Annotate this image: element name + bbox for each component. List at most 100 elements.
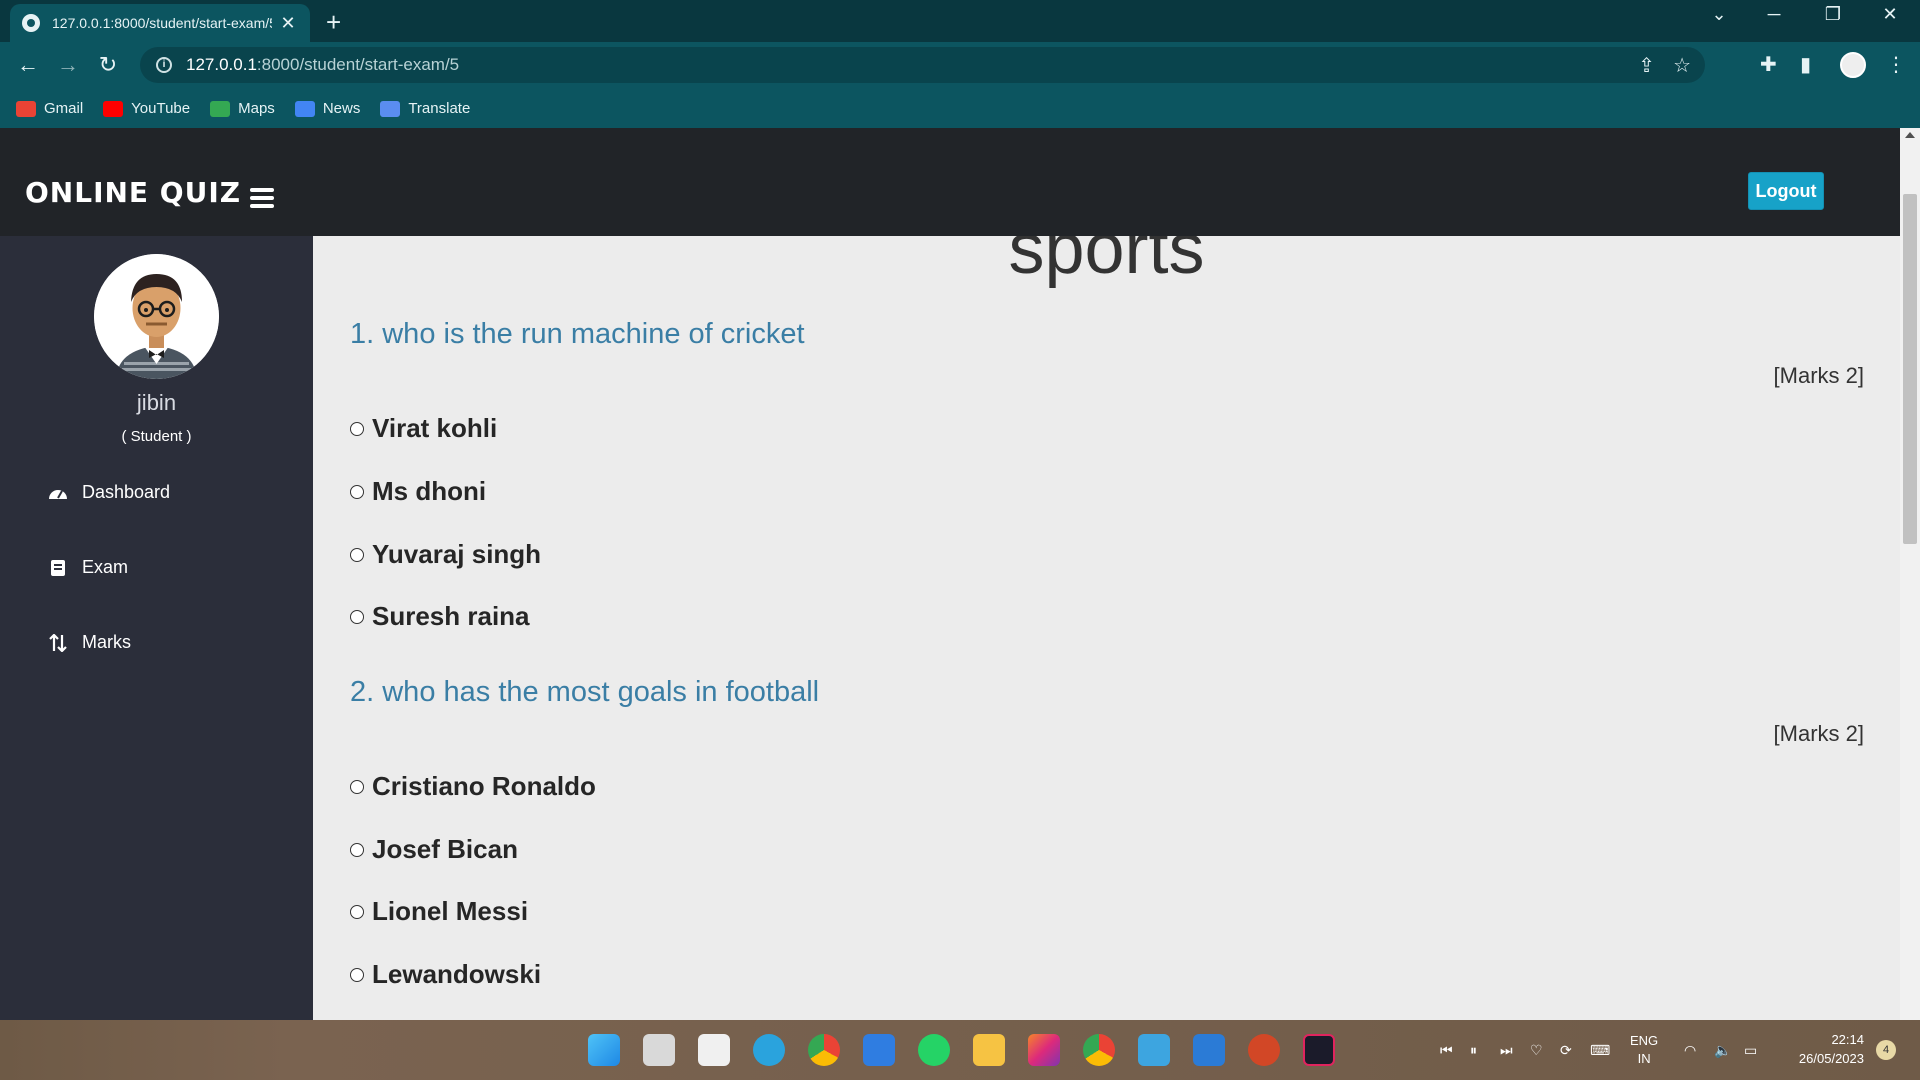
notepad-icon[interactable] <box>1138 1034 1170 1066</box>
scrollbar-thumb[interactable] <box>1903 194 1917 544</box>
radio-button[interactable] <box>350 421 364 436</box>
answer-option[interactable]: Yuvaraj singh <box>350 539 541 570</box>
radio-button[interactable] <box>350 547 364 562</box>
address-bar[interactable]: i 127.0.0.1:8000/student/start-exam/5 ⇪ … <box>140 47 1705 83</box>
wifi-icon[interactable]: ◠ <box>1684 1020 1696 1080</box>
instagram-icon[interactable] <box>1028 1034 1060 1066</box>
close-tab-icon[interactable]: ✕ <box>278 13 298 34</box>
browser-menu-icon[interactable]: ⋮ <box>1886 52 1906 77</box>
notification-badge[interactable]: 4 <box>1876 1040 1896 1060</box>
sidebar: jibin ( Student ) Dashboard Exam Marks <box>0 236 313 1020</box>
brand-logo[interactable]: ONLINE QUIZ <box>25 176 241 209</box>
share-icon[interactable]: ⇪ <box>1638 53 1655 78</box>
sidebar-item-dashboard[interactable]: Dashboard <box>48 482 170 503</box>
radio-button[interactable] <box>350 484 364 499</box>
bookmark-translate[interactable]: Translate <box>380 100 470 117</box>
bookmark-gmail[interactable]: Gmail <box>16 100 83 117</box>
answer-option[interactable]: Josef Bican <box>350 834 518 865</box>
sidebar-item-marks[interactable]: Marks <box>48 632 131 653</box>
store-icon[interactable] <box>698 1034 730 1066</box>
bookmarks-bar: Gmail YouTube Maps News Translate <box>0 89 1920 128</box>
exam-content: sports 1. who is the run machine of cric… <box>313 236 1900 1020</box>
radio-button[interactable] <box>350 842 364 857</box>
translate-icon <box>380 100 401 117</box>
tab-title: 127.0.0.1:8000/student/start-exam/5 <box>52 15 272 31</box>
media-next-icon[interactable]: ⏭ <box>1500 1020 1513 1080</box>
clock-date: 26/05/2023 <box>1798 1051 1864 1066</box>
url-path: :8000/student/start-exam/5 <box>256 55 460 74</box>
battery-icon[interactable]: ▭ <box>1744 1020 1757 1080</box>
answer-option[interactable]: Ms dhoni <box>350 476 486 507</box>
minimize-button[interactable]: ─ <box>1754 4 1794 25</box>
language-indicator[interactable]: ENG IN <box>1630 1020 1658 1080</box>
user-role: ( Student ) <box>121 428 192 445</box>
question-text: 1. who is the run machine of cricket <box>350 318 805 350</box>
mail-icon[interactable] <box>863 1034 895 1066</box>
clock-time: 22:14 <box>1831 1032 1864 1047</box>
task-view-icon[interactable] <box>643 1034 675 1066</box>
chrome-icon[interactable] <box>808 1034 840 1066</box>
question-marks: [Marks 2] <box>1773 721 1864 746</box>
answer-option[interactable]: Virat kohli <box>350 413 497 444</box>
dashboard-icon <box>48 483 68 503</box>
media-app-icon[interactable] <box>1303 1034 1335 1066</box>
vscode-icon[interactable] <box>1193 1034 1225 1066</box>
media-previous-icon[interactable]: ⏮ <box>1440 1020 1453 1080</box>
bookmark-youtube[interactable]: YouTube <box>103 100 190 117</box>
radio-button[interactable] <box>350 609 364 624</box>
restore-button[interactable]: ❐ <box>1813 4 1853 25</box>
browser-tab[interactable]: 127.0.0.1:8000/student/start-exam/5 ✕ <box>10 4 310 42</box>
bookmark-label: Translate <box>408 100 471 117</box>
media-pause-icon[interactable]: ⏸ <box>1470 1020 1477 1080</box>
reload-icon[interactable]: ↻ <box>94 52 122 78</box>
answer-option[interactable]: Lewandowski <box>350 959 541 990</box>
bookmark-label: Maps <box>238 100 275 117</box>
logout-button[interactable]: Logout <box>1748 172 1824 210</box>
youtube-icon <box>103 100 124 117</box>
back-icon[interactable]: ← <box>14 52 42 78</box>
heart-icon[interactable]: ♡ <box>1530 1020 1543 1080</box>
system-clock[interactable]: 22:14 26/05/2023 <box>1782 1030 1864 1068</box>
site-info-icon[interactable]: i <box>156 57 172 73</box>
option-label: Virat kohli <box>372 413 498 443</box>
radio-button[interactable] <box>350 779 364 794</box>
forward-icon[interactable]: → <box>54 52 82 78</box>
maps-icon <box>210 100 231 117</box>
radio-button[interactable] <box>350 904 364 919</box>
bookmark-label: Gmail <box>44 100 84 117</box>
answer-option[interactable]: Lionel Messi <box>350 896 528 927</box>
new-tab-button[interactable]: + <box>326 7 341 38</box>
sidebar-item-label: Exam <box>82 557 129 577</box>
volume-icon[interactable]: 🔈 <box>1714 1020 1731 1080</box>
sidebar-item-label: Dashboard <box>82 482 171 502</box>
option-label: Cristiano Ronaldo <box>372 771 596 801</box>
answer-option[interactable]: Suresh raina <box>350 601 530 632</box>
bookmark-label: YouTube <box>131 100 191 117</box>
sync-icon[interactable]: ⟳ <box>1560 1020 1572 1080</box>
keyboard-icon[interactable]: ⌨ <box>1590 1020 1610 1080</box>
radio-button[interactable] <box>350 967 364 982</box>
bookmark-news[interactable]: News <box>294 100 360 117</box>
chrome-profile-icon[interactable] <box>1083 1034 1115 1066</box>
tab-search-icon[interactable]: ⌄ <box>1699 4 1739 25</box>
side-panel-icon[interactable]: ▮ <box>1800 52 1811 77</box>
telegram-icon[interactable] <box>753 1034 785 1066</box>
bookmark-star-icon[interactable]: ☆ <box>1673 53 1691 78</box>
profile-avatar[interactable] <box>1840 52 1866 78</box>
close-window-button[interactable]: ✕ <box>1870 4 1910 25</box>
option-label: Lionel Messi <box>372 896 529 926</box>
bookmark-maps[interactable]: Maps <box>210 100 275 117</box>
answer-option[interactable]: Cristiano Ronaldo <box>350 771 596 802</box>
sidebar-item-exam[interactable]: Exam <box>48 557 128 578</box>
page-scrollbar[interactable] <box>1900 128 1920 1020</box>
extensions-icon[interactable]: ✚ <box>1760 52 1777 77</box>
avatar <box>94 254 219 379</box>
hamburger-menu-icon[interactable] <box>250 188 274 208</box>
whatsapp-icon[interactable] <box>918 1034 950 1066</box>
windows-start-icon[interactable] <box>588 1034 620 1066</box>
globe-icon <box>22 14 40 32</box>
region-code: IN <box>1637 1051 1651 1066</box>
powerpoint-icon[interactable] <box>1248 1034 1280 1066</box>
file-explorer-icon[interactable] <box>973 1034 1005 1066</box>
scroll-up-arrow-icon[interactable] <box>1905 132 1915 138</box>
